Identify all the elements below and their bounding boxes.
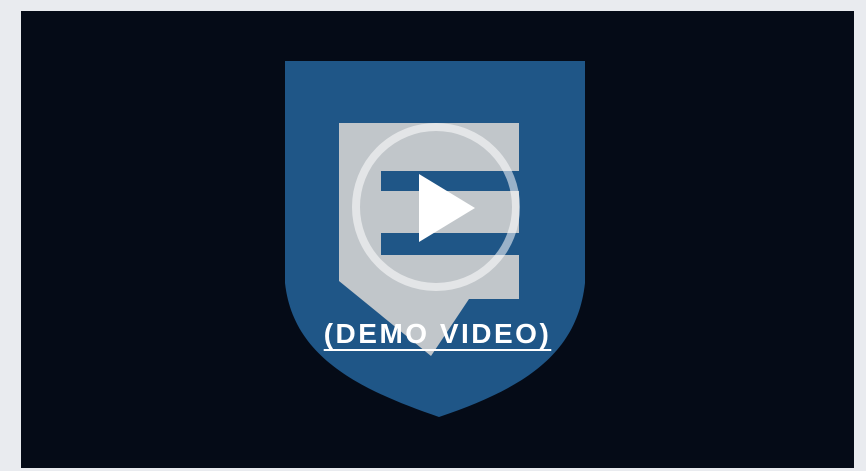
demo-video-link[interactable]: (DEMO VIDEO) [324, 318, 552, 349]
video-player[interactable]: (DEMO VIDEO) [21, 11, 854, 468]
play-button[interactable] [351, 122, 521, 292]
demo-video-link-container[interactable]: (DEMO VIDEO) [21, 318, 854, 350]
play-icon [419, 174, 475, 242]
